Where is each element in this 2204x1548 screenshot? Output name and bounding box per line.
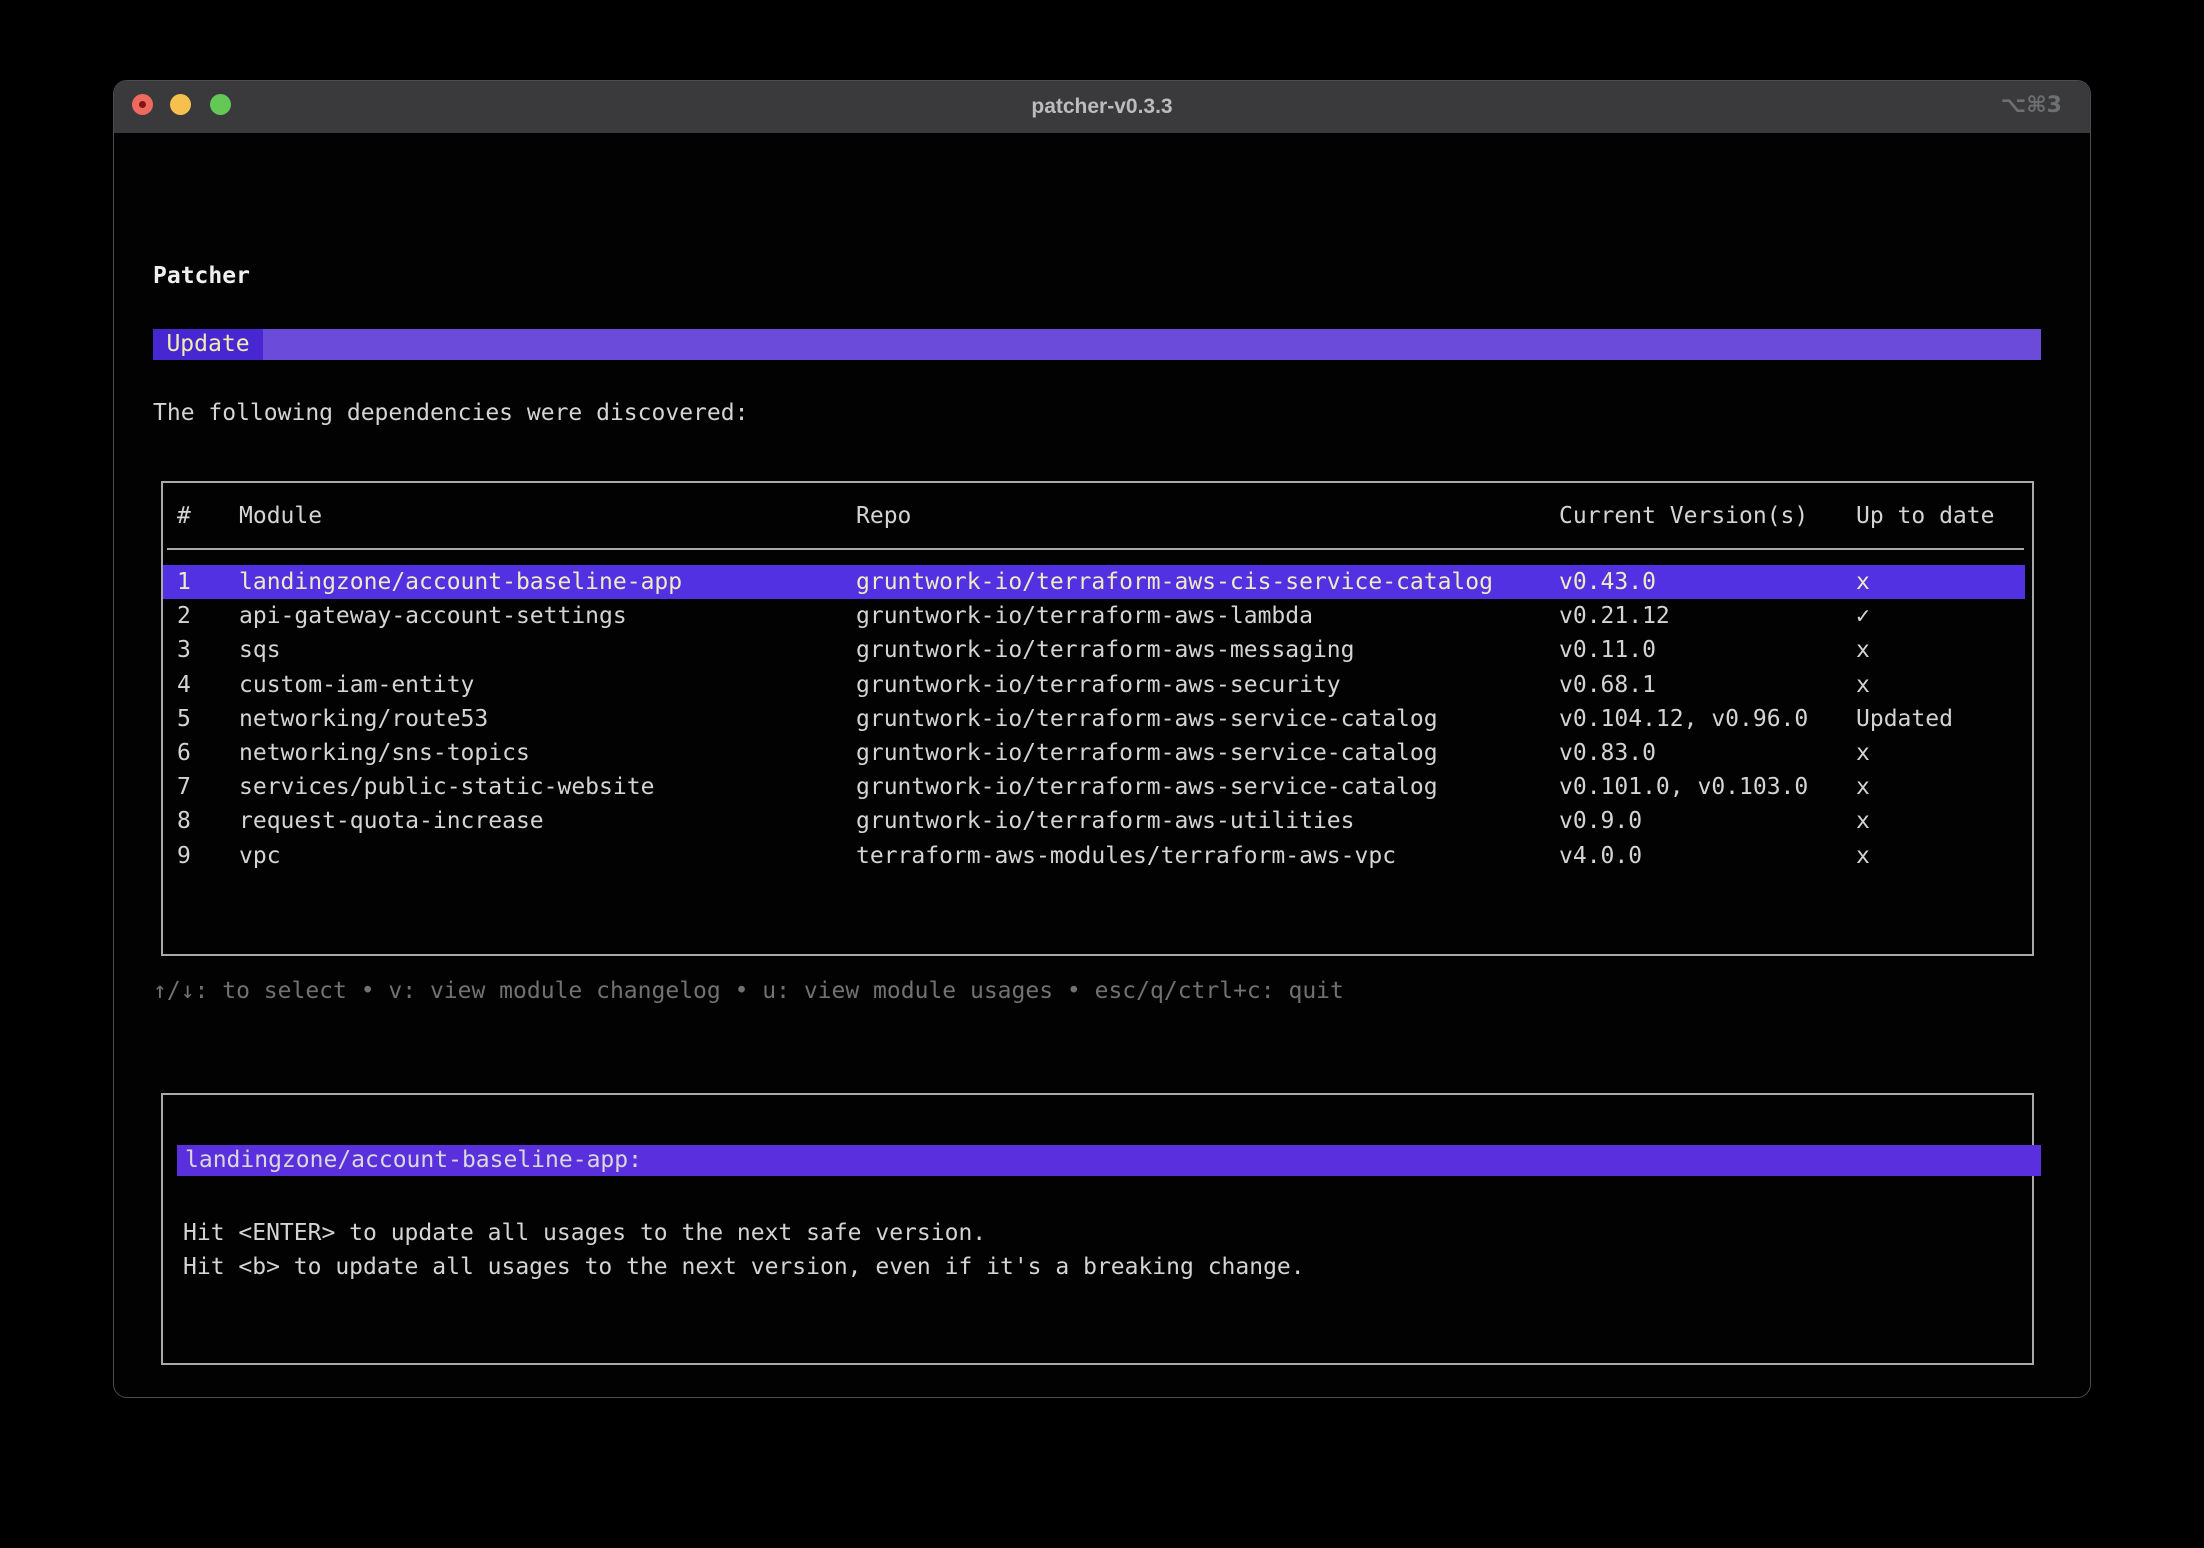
cell-status: x xyxy=(1856,839,1870,873)
cell-versions: v0.9.0 xyxy=(1559,804,1642,838)
cell-status: x xyxy=(1856,565,1870,599)
cell-repo: terraform-aws-modules/terraform-aws-vpc xyxy=(856,839,1396,873)
cell-repo: gruntwork-io/terraform-aws-service-catal… xyxy=(856,736,1438,770)
cell-repo: gruntwork-io/terraform-aws-lambda xyxy=(856,599,1313,633)
cell-repo: gruntwork-io/terraform-aws-security xyxy=(856,668,1341,702)
detail-panel: landingzone/account-baseline-app: Hit <E… xyxy=(161,1093,2034,1365)
cell-num: 6 xyxy=(177,736,191,770)
tab-bar: Update xyxy=(153,329,2041,360)
cell-module: services/public-static-website xyxy=(239,770,654,804)
selected-module-bar: landingzone/account-baseline-app: xyxy=(177,1145,2041,1176)
table-row[interactable]: 2 api-gateway-account-settings gruntwork-i… xyxy=(163,599,2025,633)
cell-versions: v0.68.1 xyxy=(1559,668,1656,702)
header-separator xyxy=(167,548,2024,550)
cell-module: request-quota-increase xyxy=(239,804,544,838)
table-row[interactable]: 7 services/public-static-website gruntwork… xyxy=(163,770,2025,804)
cell-num: 2 xyxy=(177,599,191,633)
cell-repo: gruntwork-io/terraform-aws-utilities xyxy=(856,804,1355,838)
terminal-content: Patcher Update The following dependencie… xyxy=(114,133,2090,1397)
col-header-versions: Current Version(s) xyxy=(1559,499,1808,533)
help-bar: ↑/↓: to select • v: view module changelo… xyxy=(153,974,1344,1008)
tab-update[interactable]: Update xyxy=(153,329,263,360)
cell-module: networking/route53 xyxy=(239,702,488,736)
cell-module: sqs xyxy=(239,633,281,667)
cell-versions: v0.101.0, v0.103.0 xyxy=(1559,770,1808,804)
cell-num: 3 xyxy=(177,633,191,667)
page-title: Patcher xyxy=(153,259,250,293)
cell-status: x xyxy=(1856,736,1870,770)
cell-num: 7 xyxy=(177,770,191,804)
title-bar[interactable]: patcher-v0.3.3 ⌥⌘3 xyxy=(114,81,2090,134)
cell-num: 5 xyxy=(177,702,191,736)
cell-module: landingzone/account-baseline-app xyxy=(239,565,682,599)
cell-repo: gruntwork-io/terraform-aws-messaging xyxy=(856,633,1355,667)
dependency-table: # Module Repo Current Version(s) Up to d… xyxy=(161,481,2034,956)
cell-status: x xyxy=(1856,633,1870,667)
table-row[interactable]: 5 networking/route53 gruntwork-io/terrafor… xyxy=(163,702,2025,736)
col-header-module: Module xyxy=(239,499,322,533)
hint-enter: Hit <ENTER> to update all usages to the … xyxy=(183,1216,986,1250)
app-window: patcher-v0.3.3 ⌥⌘3 Patcher Update The fo… xyxy=(113,80,2091,1398)
cell-module: vpc xyxy=(239,839,281,873)
cell-num: 9 xyxy=(177,839,191,873)
cell-repo: gruntwork-io/terraform-aws-service-catal… xyxy=(856,702,1438,736)
cell-versions: v0.83.0 xyxy=(1559,736,1656,770)
col-header-repo: Repo xyxy=(856,499,911,533)
cell-num: 1 xyxy=(177,565,191,599)
col-header-num: # xyxy=(177,499,191,533)
table-row[interactable]: 1 landingzone/account-baseline-app gruntwo… xyxy=(163,565,2025,599)
cell-repo: gruntwork-io/terraform-aws-service-catal… xyxy=(856,770,1438,804)
cell-num: 4 xyxy=(177,668,191,702)
table-header: # Module Repo Current Version(s) Up to d… xyxy=(163,499,2032,533)
intro-text: The following dependencies were discover… xyxy=(153,396,748,430)
cell-status: x xyxy=(1856,770,1870,804)
table-row[interactable]: 8 request-quota-increase gruntwork-io/terr… xyxy=(163,804,2025,838)
hint-breaking: Hit <b> to update all usages to the next… xyxy=(183,1250,1305,1284)
cell-versions: v0.11.0 xyxy=(1559,633,1656,667)
cell-versions: v0.43.0 xyxy=(1559,565,1656,599)
cell-versions: v0.21.12 xyxy=(1559,599,1670,633)
table-row[interactable]: 3 sqs gruntwork-io/terraform-aws-messaging… xyxy=(163,633,2025,667)
cell-status: Updated xyxy=(1856,702,1953,736)
cell-num: 8 xyxy=(177,804,191,838)
cell-status: x xyxy=(1856,668,1870,702)
window-shortcut-badge: ⌥⌘3 xyxy=(2001,81,2062,133)
table-row[interactable]: 6 networking/sns-topics gruntwork-io/terra… xyxy=(163,736,2025,770)
col-header-up-to-date: Up to date xyxy=(1856,499,1994,533)
table-row[interactable]: 4 custom-iam-entity gruntwork-io/terraform… xyxy=(163,668,2025,702)
table-rows: 1 landingzone/account-baseline-app gruntwo… xyxy=(163,565,2032,873)
cell-module: custom-iam-entity xyxy=(239,668,474,702)
cell-status: x xyxy=(1856,804,1870,838)
cell-versions: v4.0.0 xyxy=(1559,839,1642,873)
window-title: patcher-v0.3.3 xyxy=(114,81,2090,133)
table-row[interactable]: 9 vpc terraform-aws-modules/terraform-aws-… xyxy=(163,839,2025,873)
cell-status: ✓ xyxy=(1856,599,1870,633)
cell-repo: gruntwork-io/terraform-aws-cis-service-c… xyxy=(856,565,1493,599)
cell-module: networking/sns-topics xyxy=(239,736,530,770)
cell-versions: v0.104.12, v0.96.0 xyxy=(1559,702,1808,736)
cell-module: api-gateway-account-settings xyxy=(239,599,627,633)
